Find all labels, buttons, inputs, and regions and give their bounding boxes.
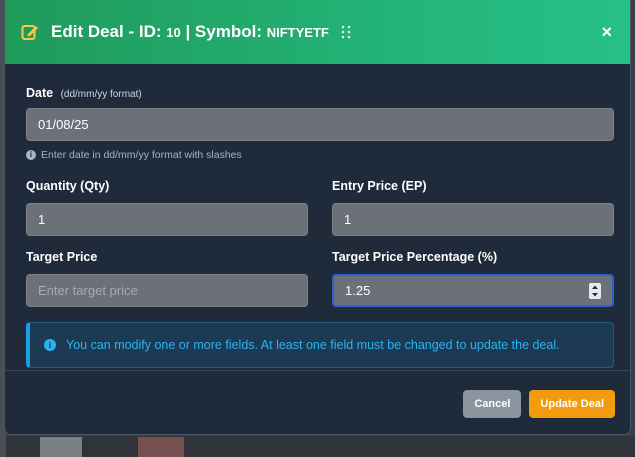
title-prefix: Edit Deal - ID: — [51, 22, 162, 41]
quantity-input[interactable]: 1 — [26, 203, 308, 236]
date-helper: i Enter date in dd/mm/yy format with sla… — [26, 149, 614, 161]
close-button[interactable]: × — [601, 22, 612, 43]
info-alert-text: You can modify one or more fields. At le… — [66, 338, 560, 352]
entry-price-group: Entry Price (EP) 1 — [332, 179, 614, 236]
deal-id: 10 — [166, 25, 181, 40]
info-icon: i — [44, 339, 56, 351]
date-label: Date (dd/mm/yy format) — [26, 86, 614, 100]
date-format-hint: (dd/mm/yy format) — [60, 89, 142, 100]
target-pct-input[interactable]: 1.25 — [332, 274, 614, 307]
target-pct-group: Target Price Percentage (%) 1.25 — [332, 250, 614, 307]
modal-title: Edit Deal - ID: 10 | Symbol: NIFTYETF — [51, 22, 329, 42]
target-price-input[interactable]: Enter target price — [26, 274, 308, 307]
number-spinner-icon[interactable] — [589, 282, 601, 299]
target-pct-label: Target Price Percentage (%) — [332, 250, 498, 264]
edit-deal-modal: Edit Deal - ID: 10 | Symbol: NIFTYETF × … — [5, 0, 630, 434]
target-price-label: Target Price — [26, 250, 98, 264]
info-icon: i — [26, 150, 36, 160]
footer-divider — [5, 370, 630, 371]
date-label-text: Date — [26, 86, 54, 100]
date-helper-text: Enter date in dd/mm/yy format with slash… — [41, 149, 242, 161]
info-alert: i You can modify one or more fields. At … — [26, 322, 614, 368]
background-table-cell — [138, 437, 184, 457]
target-price-group: Target Price Enter target price — [26, 250, 308, 307]
update-deal-button[interactable]: Update Deal — [529, 390, 615, 418]
title-symbol-label: | Symbol: — [185, 22, 262, 41]
quantity-group: Quantity (Qty) 1 — [26, 179, 308, 236]
modal-footer: Cancel Update Deal — [463, 390, 615, 418]
entry-price-label: Entry Price (EP) — [332, 179, 427, 193]
qty-ep-row: Quantity (Qty) 1 Entry Price (EP) 1 — [26, 179, 614, 236]
drag-handle-icon[interactable] — [341, 24, 355, 40]
target-pct-value: 1.25 — [345, 283, 371, 298]
target-row: Target Price Enter target price Target P… — [26, 250, 614, 307]
entry-price-input[interactable]: 1 — [332, 203, 614, 236]
edit-icon — [21, 21, 43, 43]
quantity-label: Quantity (Qty) — [26, 179, 110, 193]
deal-symbol: NIFTYETF — [266, 25, 329, 40]
modal-body: Date (dd/mm/yy format) 01/08/25 i Enter … — [5, 64, 630, 307]
background-table-cell — [40, 437, 82, 457]
cancel-button[interactable]: Cancel — [463, 390, 522, 418]
background-table-row — [6, 436, 635, 457]
modal-header: Edit Deal - ID: 10 | Symbol: NIFTYETF × — [5, 0, 630, 64]
date-input[interactable]: 01/08/25 — [26, 108, 614, 141]
